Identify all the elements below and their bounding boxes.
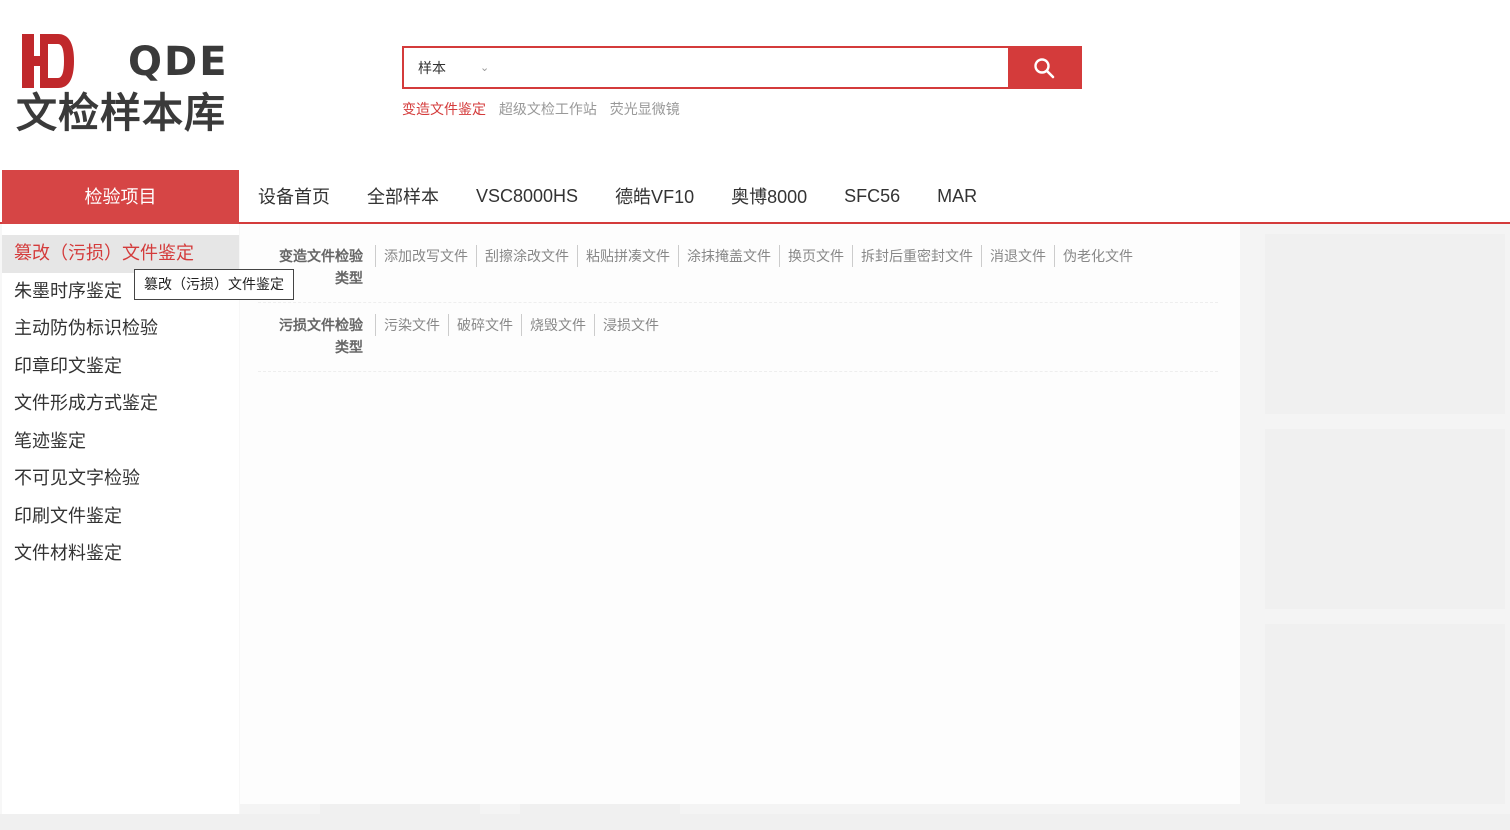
nav-item-mar[interactable]: MAR (937, 186, 977, 207)
hot-link-microscope[interactable]: 荧光显微镜 (610, 101, 680, 117)
category-sidebar: 篡改（污损）文件鉴定 朱墨时序鉴定 主动防伪标识检验 印章印文鉴定 文件形成方式… (2, 224, 239, 814)
subcategory-link[interactable]: 添加改写文件 (375, 245, 476, 267)
subcategory-links: 添加改写文件 刮擦涂改文件 粘贴拼凑文件 涂抹掩盖文件 换页文件 拆封后重密封文… (375, 245, 1141, 267)
search-type-value: 样本 (418, 60, 446, 76)
search-button[interactable] (1008, 48, 1080, 87)
nav-item-device-home[interactable]: 设备首页 (258, 183, 330, 209)
subcategory-link[interactable]: 刮擦涂改文件 (476, 245, 577, 267)
sidebar-item-printed-doc[interactable]: 印刷文件鉴定 (2, 498, 239, 536)
logo-mark-icon (22, 34, 74, 88)
search-icon (1034, 58, 1055, 79)
subcategory-group-altered: 变造文件检验 类型 添加改写文件 刮擦涂改文件 粘贴拼凑文件 涂抹掩盖文件 换页… (258, 245, 1218, 303)
chevron-down-icon: ⌄ (480, 62, 490, 74)
sidebar-item-anti-counterfeit[interactable]: 主动防伪标识检验 (2, 310, 239, 348)
subcategory-dropdown: 变造文件检验 类型 添加改写文件 刮擦涂改文件 粘贴拼凑文件 涂抹掩盖文件 换页… (240, 224, 1240, 804)
subcategory-link[interactable]: 污染文件 (375, 314, 448, 336)
site-header: QDE 文检样本库 样本 ⌄ 变造文件鉴定 超级文检工作站 荧光显微镜 (0, 0, 1510, 170)
nav-category-button[interactable]: 检验项目 (2, 170, 239, 224)
hot-search-links: 变造文件鉴定 超级文检工作站 荧光显微镜 (402, 99, 689, 119)
main-content: 篡改（污损）文件鉴定 朱墨时序鉴定 主动防伪标识检验 印章印文鉴定 文件形成方式… (0, 224, 1510, 830)
subcategory-links: 污染文件 破碎文件 烧毁文件 浸损文件 (375, 314, 667, 336)
subcategory-group-damaged: 污损文件检验 类型 污染文件 破碎文件 烧毁文件 浸损文件 (258, 314, 1218, 372)
logo-text-cn: 文检样本库 (16, 89, 226, 137)
subcategory-link[interactable]: 拆封后重密封文件 (852, 245, 981, 267)
sidebar-tooltip: 篡改（污损）文件鉴定 (134, 269, 294, 300)
sidebar-item-seal-stamp[interactable]: 印章印文鉴定 (2, 348, 239, 386)
search-box: 样本 ⌄ (402, 46, 1082, 89)
nav-item-vsc8000hs[interactable]: VSC8000HS (476, 186, 578, 207)
subcategory-link[interactable]: 涂抹掩盖文件 (678, 245, 779, 267)
subcategory-link[interactable]: 粘贴拼凑文件 (577, 245, 678, 267)
nav-item-sfc56[interactable]: SFC56 (844, 186, 900, 207)
sidebar-item-invisible-text[interactable]: 不可见文字检验 (2, 460, 239, 498)
subcategory-link[interactable]: 破碎文件 (448, 314, 521, 336)
sidebar-item-handwriting[interactable]: 笔迹鉴定 (2, 423, 239, 461)
subcategory-group-title: 污损文件检验 类型 (279, 317, 363, 355)
nav-item-all-samples[interactable]: 全部样本 (367, 183, 439, 209)
logo-text-en: QDE (128, 39, 229, 85)
sidebar-item-doc-formation[interactable]: 文件形成方式鉴定 (2, 385, 239, 423)
footer-strip (0, 814, 1510, 830)
sidebar-item-doc-material[interactable]: 文件材料鉴定 (2, 535, 239, 573)
subcategory-link[interactable]: 消退文件 (981, 245, 1054, 267)
search-type-select[interactable]: 样本 ⌄ (410, 54, 496, 82)
site-logo[interactable]: QDE 文检样本库 (16, 30, 229, 140)
nav-item-aobo8000[interactable]: 奥博8000 (731, 183, 807, 209)
main-nav: 检验项目 设备首页 全部样本 VSC8000HS 德皓VF10 奥博8000 S… (0, 170, 1510, 224)
hot-link-workstation[interactable]: 超级文检工作站 (499, 101, 597, 117)
sidebar-item-tampered-doc[interactable]: 篡改（污损）文件鉴定 (2, 235, 239, 273)
subcategory-link[interactable]: 浸损文件 (594, 314, 667, 336)
nav-item-vf10[interactable]: 德皓VF10 (615, 183, 694, 209)
subcategory-link[interactable]: 烧毁文件 (521, 314, 594, 336)
nav-links: 设备首页 全部样本 VSC8000HS 德皓VF10 奥博8000 SFC56 … (258, 170, 1014, 222)
subcategory-link[interactable]: 伪老化文件 (1054, 245, 1141, 267)
search-input[interactable] (500, 52, 1000, 84)
subcategory-link[interactable]: 换页文件 (779, 245, 852, 267)
hot-link-altered-doc[interactable]: 变造文件鉴定 (402, 101, 486, 117)
